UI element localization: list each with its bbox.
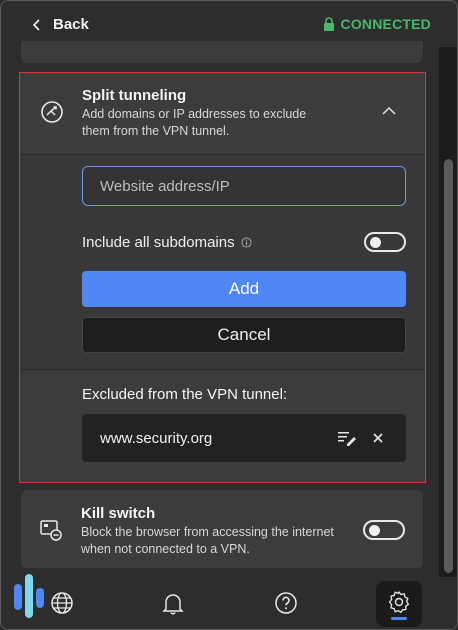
chevron-up-icon[interactable] — [382, 106, 396, 115]
remove-icon[interactable] — [373, 433, 383, 443]
excluded-heading: Excluded from the VPN tunnel: — [82, 386, 288, 403]
excluded-entry-label: www.security.org — [100, 430, 213, 447]
settings-icon — [388, 590, 410, 614]
globe-icon — [51, 592, 73, 614]
previous-setting-card — [21, 41, 423, 63]
split-tunneling-title: Split tunneling — [82, 87, 187, 104]
excluded-list-section: Excluded from the VPN tunnel: www.securi… — [20, 372, 424, 481]
kill-switch-icon — [40, 520, 62, 541]
split-tunneling-header[interactable]: Split tunneling Add domains or IP addres… — [20, 73, 424, 153]
split-tunneling-form: Include all subdomains Add Cancel — [20, 154, 424, 370]
split-tunneling-description: Add domains or IP addresses to exclude t… — [82, 107, 307, 138]
subdomains-label: Include all subdomains — [82, 234, 235, 251]
bell-icon — [162, 594, 184, 615]
back-label: Back — [53, 16, 89, 33]
connection-status-label: CONNECTED — [340, 16, 431, 32]
split-tunneling-card: Split tunneling Add domains or IP addres… — [19, 72, 426, 483]
scrollbar-thumb[interactable] — [444, 159, 453, 573]
chevron-left-icon — [32, 18, 40, 31]
toggle-knob — [370, 237, 381, 248]
split-tunnel-icon — [41, 101, 63, 123]
kill-switch-description: Block the browser from accessing the int… — [81, 525, 334, 556]
subdomains-row: Include all subdomains — [82, 234, 252, 251]
back-button[interactable]: Back — [31, 16, 89, 33]
edit-icon[interactable] — [338, 430, 357, 446]
subdomains-toggle[interactable] — [364, 232, 406, 252]
app-window: Back CONNECTED Split tunneling Add domai… — [0, 0, 458, 630]
kill-switch-title: Kill switch — [81, 505, 156, 522]
nav-help[interactable] — [271, 588, 301, 618]
info-icon[interactable] — [241, 237, 252, 248]
nav-globe[interactable] — [47, 588, 77, 618]
help-icon — [275, 592, 297, 614]
nav-settings[interactable] — [376, 581, 422, 627]
connection-status: CONNECTED — [323, 16, 431, 32]
kill-switch-toggle[interactable] — [363, 520, 405, 540]
nav-notifications[interactable] — [158, 588, 188, 618]
active-indicator — [391, 617, 407, 620]
website-address-input[interactable] — [82, 166, 406, 206]
cancel-button[interactable]: Cancel — [82, 317, 406, 353]
watermark-logo — [11, 572, 45, 622]
kill-switch-card: Kill switch Block the browser from acces… — [21, 490, 423, 568]
lock-icon — [323, 17, 334, 31]
excluded-entry: www.security.org — [82, 414, 406, 462]
add-button[interactable]: Add — [82, 271, 406, 307]
toggle-knob — [369, 525, 380, 536]
